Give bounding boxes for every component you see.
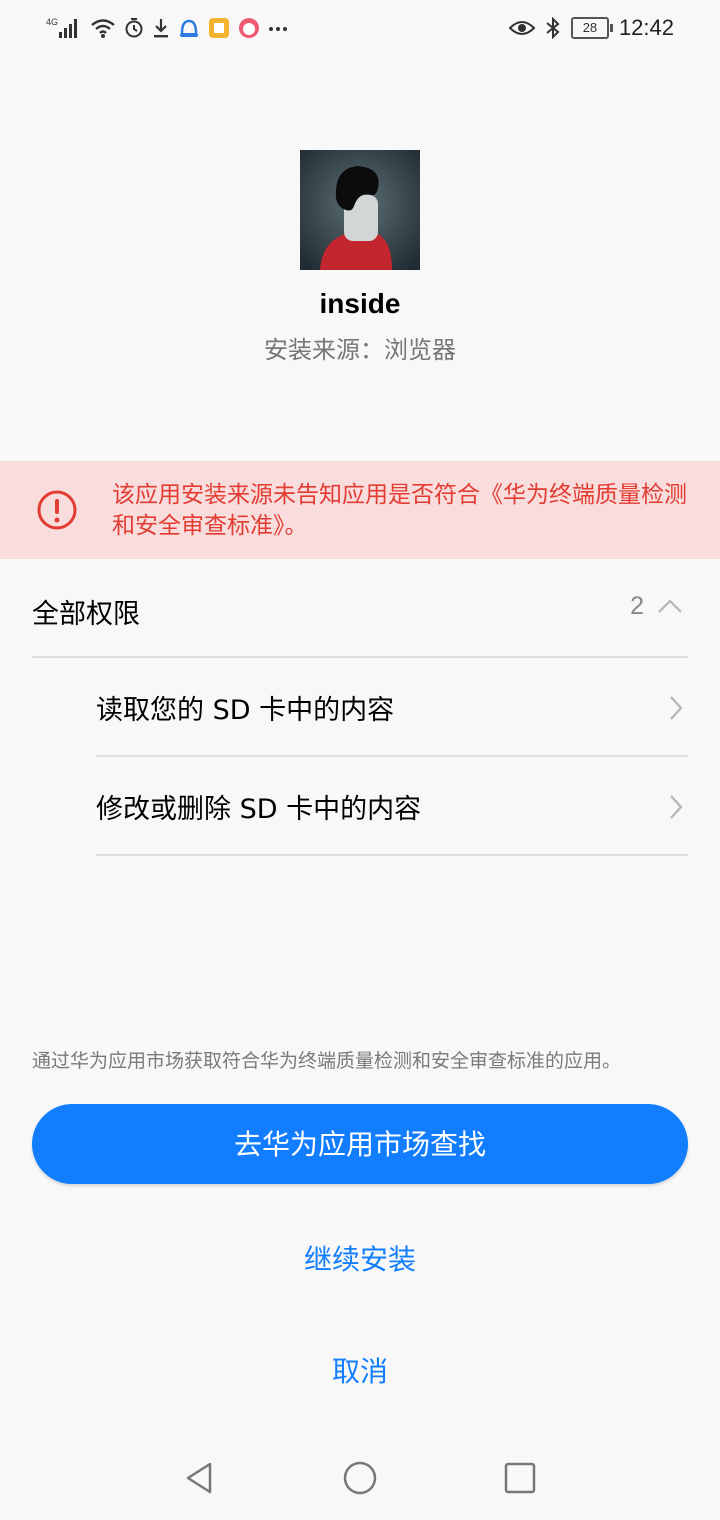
info-text: 通过华为应用市场获取符合华为终端质量检测和安全审查标准的应用。 xyxy=(32,1050,622,1072)
chevron-right-icon xyxy=(670,696,683,720)
permissions-title: 全部权限 xyxy=(32,599,140,630)
bluetooth-icon xyxy=(546,17,560,39)
download-icon xyxy=(154,19,168,38)
app-notification-icon xyxy=(180,19,198,37)
chevron-up-icon xyxy=(658,599,682,613)
cancel-button[interactable]: 取消 xyxy=(0,1350,720,1390)
app-name: inside xyxy=(319,288,401,319)
warning-icon xyxy=(37,490,77,530)
permission-label: 修改或删除 SD 卡中的内容 xyxy=(96,794,422,825)
recents-icon[interactable] xyxy=(500,1458,540,1498)
continue-install-button[interactable]: 继续安装 xyxy=(0,1238,720,1278)
divider xyxy=(96,854,688,856)
status-left: 4G xyxy=(46,14,288,42)
permissions-header[interactable]: 全部权限 2 xyxy=(32,584,688,634)
navigation-bar xyxy=(0,1440,720,1520)
install-source: 安装来源：浏览器 xyxy=(264,336,456,364)
chevron-right-icon xyxy=(670,795,683,819)
more-icon xyxy=(269,27,287,31)
status-bar: 4G 28 12:42 xyxy=(0,0,720,56)
battery-icon: 28 xyxy=(570,17,613,39)
permission-item-modify-sd[interactable]: 修改或删除 SD 卡中的内容 xyxy=(96,757,688,855)
permissions-count: 2 xyxy=(630,592,644,620)
go-to-appgallery-button[interactable]: 去华为应用市场查找 xyxy=(32,1104,688,1184)
clock: 12:42 xyxy=(618,15,674,40)
network-type-text: 4G xyxy=(46,17,58,27)
home-icon[interactable] xyxy=(340,1458,380,1498)
app-notification-icon xyxy=(239,18,259,38)
permission-item-read-sd[interactable]: 读取您的 SD 卡中的内容 xyxy=(96,658,688,756)
app-icon xyxy=(300,150,420,270)
alarm-icon xyxy=(125,18,143,38)
signal-icon: 4G xyxy=(46,17,77,38)
wifi-icon xyxy=(91,19,115,38)
status-right: 28 12:42 xyxy=(508,14,674,42)
permission-label: 读取您的 SD 卡中的内容 xyxy=(96,695,395,726)
app-notification-icon xyxy=(209,18,229,38)
back-icon[interactable] xyxy=(180,1458,220,1498)
warning-text: 该应用安装来源未告知应用是否符合《华为终端质量检测和安全审查标准》。 xyxy=(112,482,687,539)
eye-icon xyxy=(508,21,535,35)
